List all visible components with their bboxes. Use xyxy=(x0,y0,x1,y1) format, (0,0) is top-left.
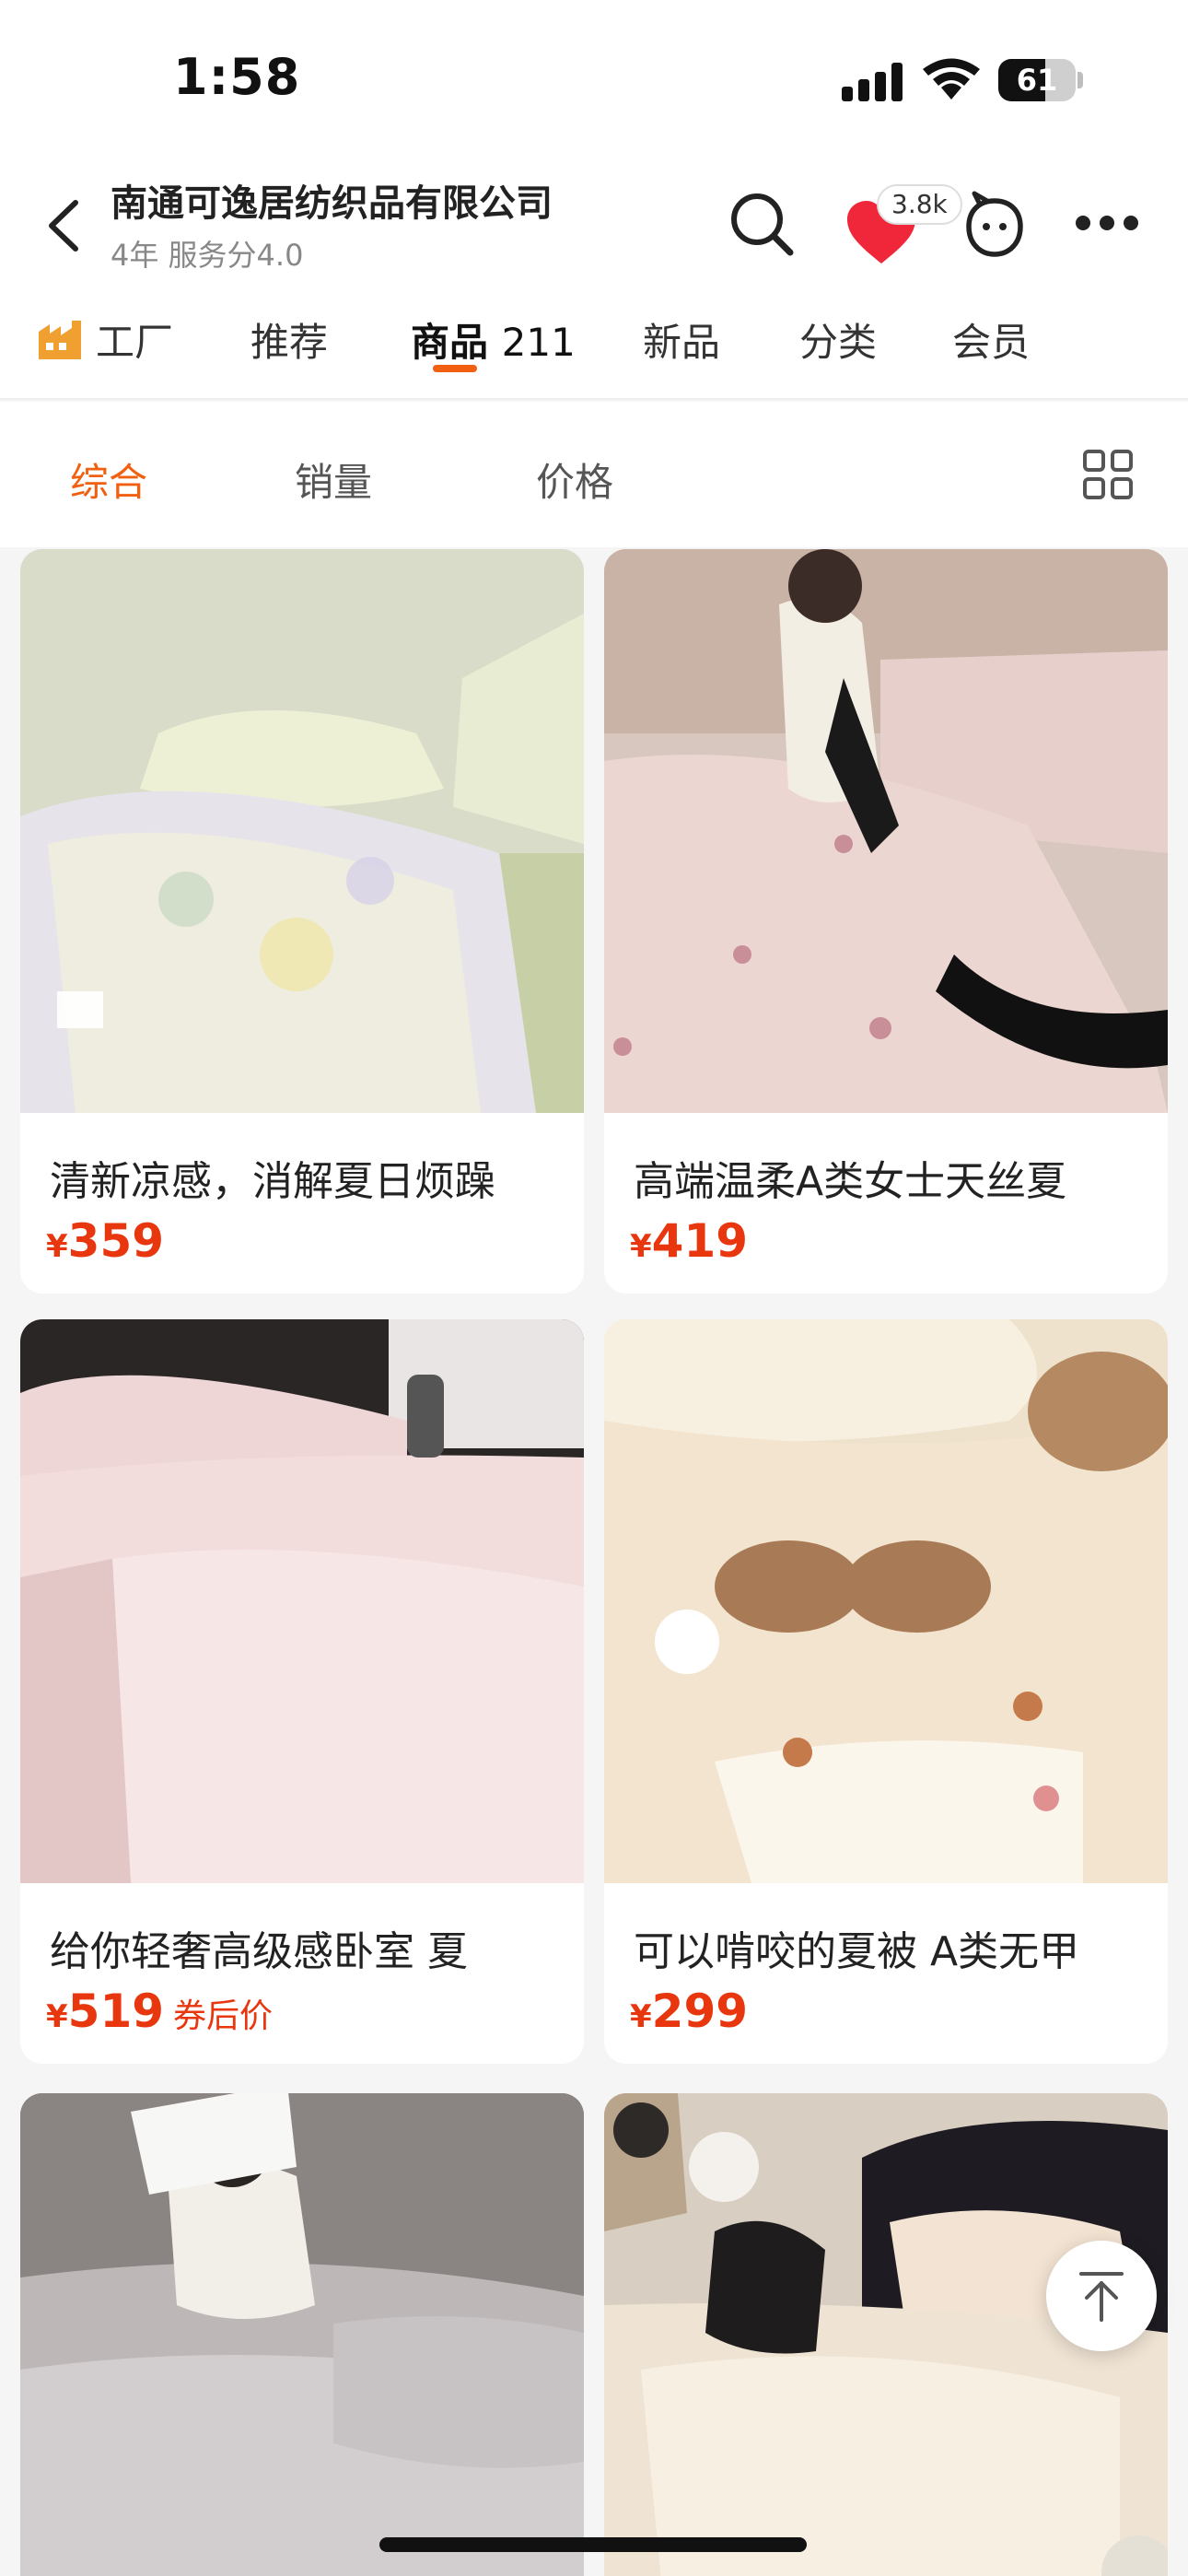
sort-overall[interactable]: 综合 xyxy=(70,451,147,508)
grid-view-icon[interactable] xyxy=(1083,450,1133,499)
sort-sales[interactable]: 销量 xyxy=(295,451,372,508)
customer-service-icon[interactable] xyxy=(961,190,1028,260)
price-symbol: ¥ xyxy=(46,1998,68,2035)
tab-factory[interactable]: 工厂 xyxy=(96,311,173,368)
tab-products[interactable]: 商品 211 xyxy=(411,311,576,368)
product-price: ¥359 xyxy=(46,1214,164,1268)
product-title: 可以啃咬的夏被 A类无甲 xyxy=(634,1928,1080,1975)
factory-icon xyxy=(39,321,81,359)
product-card[interactable]: 清新凉感，消解夏日烦躁 ¥359 xyxy=(20,549,584,1294)
favorite-button[interactable]: 3.8k xyxy=(840,184,962,267)
product-price: ¥519 券后价 xyxy=(46,1985,273,2038)
back-to-top-button[interactable] xyxy=(1046,2241,1157,2351)
product-title: 清新凉感，消解夏日烦躁 xyxy=(50,1158,495,1205)
active-tab-indicator xyxy=(433,365,477,372)
arrow-up-icon xyxy=(1079,2272,1124,2322)
tab-member[interactable]: 会员 xyxy=(952,311,1030,368)
tab-products-count: 211 xyxy=(501,320,576,365)
product-title: 高端温柔A类女士天丝夏 xyxy=(634,1158,1067,1205)
favorite-count-badge: 3.8k xyxy=(877,184,962,225)
search-icon[interactable] xyxy=(728,190,796,258)
product-title: 给你轻奢高级感卧室 夏 xyxy=(50,1928,468,1975)
tab-new[interactable]: 新品 xyxy=(643,311,720,368)
product-image xyxy=(20,2093,584,2576)
status-bar: 1:58 61 xyxy=(0,0,1188,157)
price-symbol: ¥ xyxy=(630,1998,652,2035)
shop-tabs: 工厂 推荐 商品 211 新品 分类 会员 xyxy=(0,286,1188,400)
price-value: 419 xyxy=(651,1214,749,1268)
price-value: 299 xyxy=(651,1985,749,2038)
product-image xyxy=(20,549,584,1113)
tab-category[interactable]: 分类 xyxy=(799,311,877,368)
price-value: 519 xyxy=(67,1985,165,2038)
tab-products-label: 商品 xyxy=(411,320,489,365)
home-indicator xyxy=(379,2537,807,2552)
price-note: 券后价 xyxy=(173,1997,274,2035)
price-symbol: ¥ xyxy=(46,1228,68,1265)
product-price: ¥299 xyxy=(630,1985,748,2038)
battery-icon: 61 xyxy=(998,59,1083,101)
more-icon[interactable] xyxy=(1076,216,1142,234)
product-image xyxy=(604,1319,1168,1883)
sort-price[interactable]: 价格 xyxy=(536,451,613,508)
sort-bar: 综合 销量 价格 xyxy=(0,402,1188,547)
status-time: 1:58 xyxy=(173,48,301,106)
price-symbol: ¥ xyxy=(630,1228,652,1265)
product-image xyxy=(604,549,1168,1113)
tab-recommend[interactable]: 推荐 xyxy=(250,311,328,368)
product-price: ¥419 xyxy=(630,1214,748,1268)
battery-percentage: 61 xyxy=(1016,63,1058,98)
shop-header: 南通可逸居纺织品有限公司 4年 服务分4.0 3.8k xyxy=(0,157,1188,286)
product-card[interactable]: 可以啃咬的夏被 A类无甲 ¥299 xyxy=(604,1319,1168,2064)
wifi-icon xyxy=(923,58,980,100)
product-image xyxy=(20,1319,584,1883)
shop-name[interactable]: 南通可逸居纺织品有限公司 xyxy=(111,173,553,227)
product-card[interactable] xyxy=(20,2093,584,2576)
cellular-signal-icon xyxy=(842,61,906,101)
product-card[interactable]: 高端温柔A类女士天丝夏 ¥419 xyxy=(604,549,1168,1294)
price-value: 359 xyxy=(67,1214,165,1268)
shop-meta: 4年 服务分4.0 xyxy=(111,238,304,273)
back-icon[interactable] xyxy=(41,197,87,254)
product-card[interactable]: 给你轻奢高级感卧室 夏 ¥519 券后价 xyxy=(20,1319,584,2064)
